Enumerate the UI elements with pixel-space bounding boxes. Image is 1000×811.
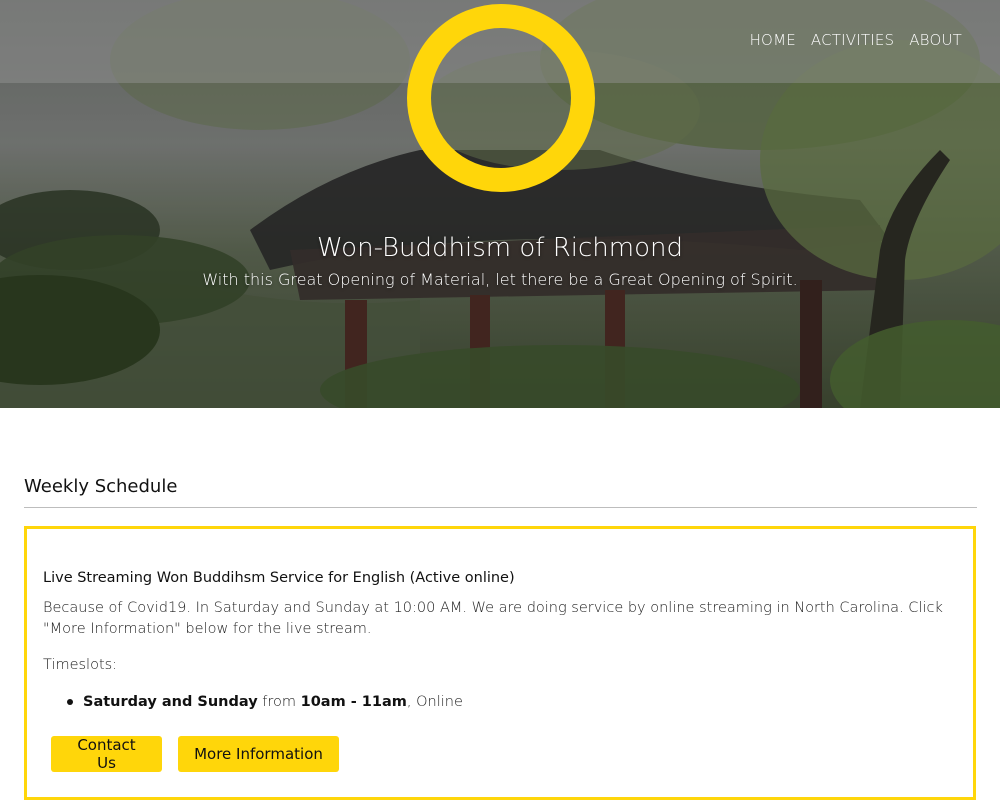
section-divider: [24, 507, 977, 508]
service-title: Live Streaming Won Buddihsm Service for …: [43, 570, 515, 586]
contact-us-button[interactable]: Contact Us: [51, 736, 162, 772]
nav-home-link[interactable]: HOME: [750, 31, 796, 49]
main-nav: HOME ACTIVITIES ABOUT: [750, 31, 962, 49]
timeslot-item: Saturday and Sunday from 10am - 11am, On…: [67, 694, 463, 710]
timeslot-time: 10am - 11am: [300, 694, 407, 710]
more-information-button[interactable]: More Information: [178, 736, 339, 772]
timeslot-separator: ,: [406, 694, 412, 710]
won-circle-logo-icon[interactable]: [406, 3, 596, 193]
bullet-dot-icon: [67, 699, 73, 705]
timeslot-location: Online: [416, 694, 463, 710]
hero-banner: HOME ACTIVITIES ABOUT Won-Buddhism of Ri…: [0, 0, 1000, 408]
site-tagline: With this Great Opening of Material, let…: [202, 270, 798, 289]
weekly-schedule-heading: Weekly Schedule: [24, 476, 178, 497]
nav-about-link[interactable]: ABOUT: [909, 31, 962, 49]
service-description: Because of Covid19. In Saturday and Sund…: [43, 600, 943, 637]
timeslot-from: from: [262, 694, 297, 710]
timeslot-days: Saturday and Sunday: [83, 694, 258, 710]
nav-activities-link[interactable]: ACTIVITIES: [811, 31, 894, 49]
timeslots-label: Timeslots:: [43, 657, 118, 673]
schedule-card: Live Streaming Won Buddihsm Service for …: [24, 526, 976, 800]
site-title: Won-Buddhism of Richmond: [317, 233, 683, 263]
